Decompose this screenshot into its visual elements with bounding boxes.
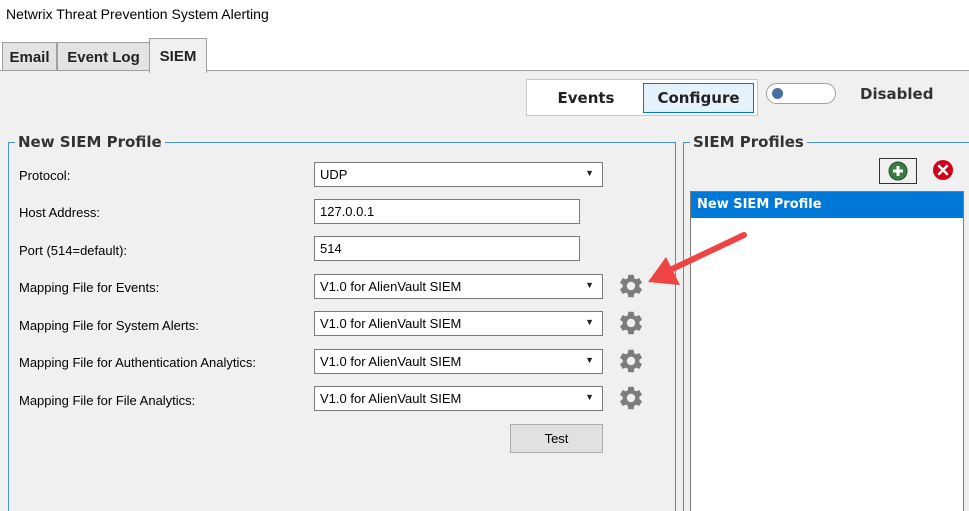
group-title-profiles: SIEM Profiles	[690, 133, 807, 151]
port-label: Port (514=default):	[19, 243, 128, 258]
mapping-auth-analytics-label: Mapping File for Authentication Analytic…	[19, 355, 257, 370]
port-input[interactable]: 514	[314, 236, 580, 261]
tab-siem[interactable]: SIEM	[149, 38, 207, 73]
toggle-status-label: Disabled	[860, 85, 934, 103]
mapping-auth-analytics-select[interactable]: V1.0 for AlienVault SIEM ▼	[314, 349, 603, 374]
host-address-value: 127.0.0.1	[320, 204, 375, 219]
chevron-down-icon: ▼	[585, 168, 594, 178]
mapping-system-alerts-label: Mapping File for System Alerts:	[19, 318, 199, 333]
port-value: 514	[320, 241, 342, 256]
add-circle-icon	[888, 161, 908, 181]
host-address-input[interactable]: 127.0.0.1	[314, 199, 580, 224]
window-title: Netwrix Threat Prevention System Alertin…	[6, 6, 269, 22]
tab-email[interactable]: Email	[2, 42, 57, 72]
mapping-events-select[interactable]: V1.0 for AlienVault SIEM ▼	[314, 274, 603, 299]
tab-strip: Email Event Log SIEM	[0, 34, 969, 73]
mapping-system-alerts-value: V1.0 for AlienVault SIEM	[320, 316, 462, 331]
group-title-new-profile: New SIEM Profile	[15, 133, 165, 151]
siem-profiles-group: SIEM Profiles New SIEM Profile	[683, 133, 969, 511]
view-switcher: Events Configure	[526, 79, 758, 116]
chevron-down-icon: ▼	[585, 317, 594, 327]
protocol-select[interactable]: UDP ▼	[314, 162, 603, 187]
add-profile-button[interactable]	[879, 158, 917, 184]
mapping-system-alerts-select[interactable]: V1.0 for AlienVault SIEM ▼	[314, 311, 603, 336]
profile-list[interactable]: New SIEM Profile	[690, 191, 964, 511]
test-button[interactable]: Test	[510, 424, 603, 453]
title-bar: Netwrix Threat Prevention System Alertin…	[0, 0, 969, 34]
gear-icon[interactable]	[617, 272, 645, 300]
toggle-knob	[772, 88, 783, 99]
enable-toggle[interactable]	[766, 83, 836, 104]
mapping-events-value: V1.0 for AlienVault SIEM	[320, 279, 462, 294]
mapping-file-analytics-select[interactable]: V1.0 for AlienVault SIEM ▼	[314, 386, 603, 411]
siem-tab-content: Events Configure Disabled New SIEM Profi…	[0, 70, 969, 511]
host-address-label: Host Address:	[19, 205, 100, 220]
gear-icon[interactable]	[617, 384, 645, 412]
list-item[interactable]: New SIEM Profile	[691, 192, 963, 218]
chevron-down-icon: ▼	[585, 355, 594, 365]
configure-button[interactable]: Configure	[643, 83, 754, 113]
mapping-auth-analytics-value: V1.0 for AlienVault SIEM	[320, 354, 462, 369]
remove-circle-icon[interactable]	[932, 159, 954, 181]
mapping-events-label: Mapping File for Events:	[19, 280, 160, 295]
events-button[interactable]: Events	[531, 83, 641, 113]
chevron-down-icon: ▼	[585, 280, 594, 290]
gear-icon[interactable]	[617, 347, 645, 375]
tab-event-log[interactable]: Event Log	[57, 42, 150, 72]
new-siem-profile-group: New SIEM Profile Protocol: UDP ▼ Host Ad…	[8, 133, 676, 511]
mapping-file-analytics-value: V1.0 for AlienVault SIEM	[320, 391, 462, 406]
protocol-label: Protocol:	[19, 168, 71, 183]
mapping-file-analytics-label: Mapping File for File Analytics:	[19, 393, 196, 408]
gear-icon[interactable]	[617, 309, 645, 337]
chevron-down-icon: ▼	[585, 392, 594, 402]
protocol-value: UDP	[320, 167, 348, 182]
